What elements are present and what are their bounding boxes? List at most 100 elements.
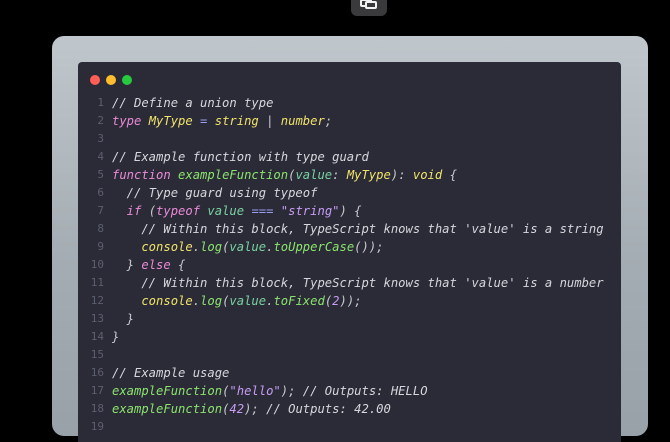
code-token: 42 <box>229 402 245 416</box>
line-number: 12 <box>90 294 104 307</box>
line-text: function exampleFunction(value: MyType):… <box>112 166 457 184</box>
line-text: // Type guard using typeof <box>112 184 318 202</box>
line-number: 18 <box>90 402 104 415</box>
code-token: toUpperCase <box>273 240 355 254</box>
line-number: 7 <box>97 204 104 217</box>
line-number: 4 <box>97 150 104 163</box>
code-token: function <box>112 168 179 182</box>
code-token: 2 <box>332 294 340 308</box>
code-token: // Type guard using typeof <box>112 186 318 200</box>
code-token: ): <box>390 168 413 182</box>
code-token: } <box>112 258 142 272</box>
line-text: // Define a union type <box>112 94 273 112</box>
code-token: // Outputs: 42.00 <box>266 402 391 416</box>
code-token: { <box>442 168 457 182</box>
window-square-front <box>365 1 377 9</box>
line-text: // Example function with type guard <box>112 148 369 166</box>
minimize-window-button[interactable] <box>106 75 116 85</box>
line-number: 1 <box>97 96 104 109</box>
code-line: 16 // Example usage <box>78 364 621 382</box>
code-token: log <box>200 294 223 308</box>
line-text: } <box>112 328 119 346</box>
code-token: // Outputs: HELLO <box>302 384 428 398</box>
code-token: string <box>214 114 259 128</box>
code-line: 14} <box>78 328 621 346</box>
code-token: toFixed <box>273 294 325 308</box>
code-token: ); <box>280 384 303 398</box>
maximize-window-button[interactable] <box>122 75 132 85</box>
code-line: 19 <box>78 418 621 436</box>
code-line: 5 function exampleFunction(value: MyType)… <box>78 166 621 184</box>
code-line: 6 // Type guard using typeof <box>78 184 621 202</box>
code-token: "hello" <box>229 384 281 398</box>
code-token: typeof <box>156 204 208 218</box>
code-token: : <box>332 168 347 182</box>
line-text: if (typeof value === "string") { <box>112 202 362 220</box>
code-token: . <box>192 240 201 254</box>
code-token: MyType <box>148 114 193 128</box>
code-token: // Define a union type <box>112 96 274 110</box>
code-line: 12 console.log(value.toFixed(2)); <box>78 292 621 310</box>
code-area[interactable]: 1 // Define a union type 2 type MyType = st… <box>78 94 621 436</box>
line-number: 8 <box>97 222 104 235</box>
code-line: 11 // Within this block, TypeScript know… <box>78 274 621 292</box>
line-text: // Example usage <box>112 364 229 382</box>
code-token: log <box>200 240 223 254</box>
code-token: value <box>295 168 333 182</box>
code-token: // Within this block, TypeScript knows t… <box>112 276 604 290</box>
code-token: exampleFunction <box>112 402 223 416</box>
line-text: exampleFunction("hello"); // Outputs: HE… <box>112 382 428 400</box>
code-token: console <box>112 240 193 254</box>
line-number: 6 <box>97 186 104 199</box>
close-window-button[interactable] <box>90 75 100 85</box>
line-text: type MyType = string | number; <box>112 112 332 130</box>
code-line: 2 type MyType = string | number; <box>78 112 621 130</box>
code-line: 9 console.log(value.toUpperCase()); <box>78 238 621 256</box>
code-token: } <box>112 312 135 326</box>
code-token: { <box>178 258 186 272</box>
line-number: 13 <box>90 312 104 325</box>
code-editor-window: 1 // Define a union type 2 type MyType = st… <box>78 62 621 442</box>
code-token: void <box>412 168 443 182</box>
line-text: } <box>112 310 134 328</box>
code-token: ) { <box>339 204 362 218</box>
code-line: 10 } else { <box>78 256 621 274</box>
line-number: 3 <box>97 132 104 145</box>
line-number: 19 <box>90 420 104 433</box>
code-line: 15 <box>78 346 621 364</box>
code-token: ( <box>148 204 157 218</box>
code-token: === <box>251 204 281 218</box>
code-token: exampleFunction <box>112 384 223 398</box>
code-token: value <box>229 294 267 308</box>
code-token: value <box>229 240 267 254</box>
line-number: 16 <box>90 366 104 379</box>
code-token: MyType <box>346 168 391 182</box>
line-number: 11 <box>90 276 104 289</box>
line-number: 2 <box>97 114 104 127</box>
code-token: else <box>141 258 179 272</box>
code-token: | <box>258 114 281 128</box>
code-token: value <box>207 204 252 218</box>
line-text: // Within this block, TypeScript knows t… <box>112 220 604 238</box>
code-token: exampleFunction <box>178 168 289 182</box>
code-token: if <box>112 204 149 218</box>
code-token: ()); <box>354 240 384 254</box>
line-text: } else { <box>112 256 186 274</box>
line-number: 17 <box>90 384 104 397</box>
code-token: // Within this block, TypeScript knows t… <box>112 222 604 236</box>
line-text: exampleFunction(42); // Outputs: 42.00 <box>112 400 391 418</box>
code-token: . <box>192 294 201 308</box>
window-switch-icon[interactable] <box>351 0 387 16</box>
line-text: console.log(value.toUpperCase()); <box>112 238 384 256</box>
line-number: 9 <box>97 240 104 253</box>
code-line: 3 <box>78 130 621 148</box>
code-line: 7 if (typeof value === "string") { <box>78 202 621 220</box>
code-token: "string" <box>280 204 340 218</box>
line-text: console.log(value.toFixed(2)); <box>112 292 361 310</box>
code-token: ); <box>244 402 267 416</box>
code-token: // Example usage <box>112 366 230 380</box>
code-token: ; <box>324 114 333 128</box>
line-number: 10 <box>90 258 104 271</box>
line-number: 15 <box>90 348 104 361</box>
code-line: 1 // Define a union type <box>78 94 621 112</box>
